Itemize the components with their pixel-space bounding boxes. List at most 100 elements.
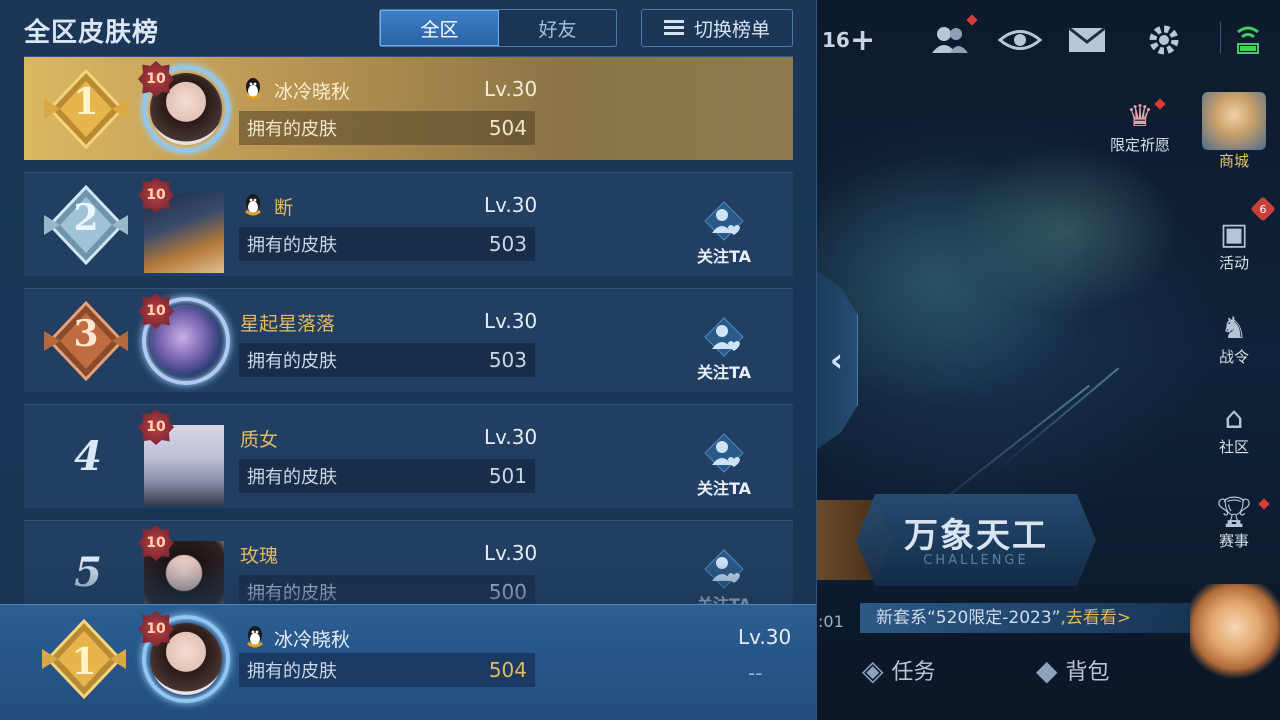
- my-skin-count-bar: 拥有的皮肤 504: [239, 653, 535, 687]
- task-label: 任务: [891, 660, 936, 685]
- sidebar-item-wish[interactable]: ♛ 限定祈愿: [1100, 100, 1180, 155]
- frame-level-badge: 10: [138, 525, 174, 561]
- avatar[interactable]: 10: [138, 177, 230, 273]
- sidebar-item-activity[interactable]: ▣ 活动: [1202, 218, 1266, 273]
- my-player-level: Lv.30: [738, 625, 792, 649]
- table-row[interactable]: 1 10 冰冷晓秋 Lv.30 拥有的皮肤 504: [24, 56, 793, 160]
- follow-label: 关注TA: [697, 595, 751, 604]
- switch-leaderboard-label: 切换榜单: [693, 18, 770, 41]
- shop-hero-icon: [1202, 92, 1266, 150]
- activity-icon: ▣: [1219, 217, 1249, 252]
- avatar[interactable]: 10: [138, 525, 230, 604]
- skin-count: 500: [488, 580, 527, 604]
- challenge-subtitle: CHALLENGE: [923, 553, 1029, 568]
- frame-level-badge: 10: [138, 293, 174, 329]
- follow-label: 关注TA: [696, 363, 752, 382]
- sidebar-item-shop[interactable]: 商城: [1192, 92, 1276, 171]
- scope-segmented-control: 全区 好友: [379, 9, 617, 47]
- player-level: Lv.30: [484, 77, 538, 101]
- my-rank-number: 1: [71, 641, 97, 683]
- follow-button[interactable]: 关注TA: [688, 317, 760, 383]
- skin-label: 拥有的皮肤: [247, 467, 337, 488]
- player-name: 质女: [240, 429, 279, 451]
- table-row[interactable]: 4 10 质女 Lv.30 拥有的皮肤 501 关注TA: [24, 404, 793, 508]
- skin-count-bar: 拥有的皮肤 503: [239, 343, 535, 377]
- avatar[interactable]: 10: [138, 61, 230, 153]
- skin-label: 拥有的皮肤: [247, 351, 337, 372]
- community-icon: ⌂: [1224, 401, 1244, 436]
- follow-heart-icon: [704, 201, 744, 241]
- player-name: 冰冷晓秋: [274, 81, 351, 103]
- sidebar-item-esports[interactable]: 🏆︎ 赛事: [1202, 496, 1266, 551]
- challenge-title: 万象天工: [904, 516, 1048, 556]
- sidebar-item-label: 商城: [1218, 152, 1249, 170]
- switch-leaderboard-button[interactable]: 切换榜单: [641, 9, 793, 47]
- mail-icon[interactable]: [1068, 22, 1106, 58]
- table-row[interactable]: 5 10 玫瑰 Lv.30 拥有的皮肤 500 关注TA: [24, 520, 793, 604]
- skin-count: 504: [488, 116, 527, 140]
- table-row[interactable]: 3 10 星起星落落 Lv.30 拥有的皮肤 503 关注TA: [24, 288, 793, 392]
- skin-count-bar: 拥有的皮肤 500: [239, 575, 535, 604]
- player-name: 星起星落落: [240, 313, 336, 335]
- follow-button[interactable]: 关注TA: [688, 201, 760, 267]
- my-player-name: 冰冷晓秋: [274, 629, 351, 651]
- skin-count: 503: [488, 232, 527, 256]
- page-title: 全区皮肤榜: [24, 18, 160, 48]
- rank-number: 2: [73, 197, 99, 239]
- follow-button[interactable]: 关注TA: [688, 549, 760, 604]
- frame-level-badge: 10: [138, 177, 174, 213]
- player-level: Lv.30: [484, 309, 538, 333]
- follow-heart-icon: [704, 317, 744, 357]
- sidebar-item-label: 限定祈愿: [1109, 136, 1170, 154]
- leaderboard-panel: 全区皮肤榜 全区 好友 切换榜单 1 10 冰冷晓秋 Lv.30 拥有的皮肤 5…: [0, 0, 817, 720]
- skin-count: 503: [488, 348, 527, 372]
- player-level: Lv.30: [484, 193, 538, 217]
- frame-level-badge: 10: [138, 61, 174, 97]
- task-button[interactable]: ◈ 任务: [862, 650, 936, 690]
- backpack-button[interactable]: ◆ 背包: [1036, 650, 1110, 690]
- avatar[interactable]: 10: [138, 409, 230, 505]
- gear-icon[interactable]: [1146, 22, 1182, 58]
- add-friend-button[interactable]: +: [850, 22, 875, 58]
- follow-button[interactable]: 关注TA: [688, 433, 760, 499]
- player-name: 玫瑰: [240, 545, 279, 567]
- notice-text: 新套系“520限定-2023”: [876, 608, 1061, 628]
- news-notice[interactable]: 新套系“520限定-2023”,去看看>: [860, 603, 1190, 633]
- follow-heart-icon: [704, 433, 744, 473]
- sidebar-item-label: 赛事: [1218, 532, 1249, 550]
- frame-level-badge: 10: [138, 409, 174, 445]
- sidebar-item-battlepass[interactable]: ♞ 战令: [1202, 312, 1266, 367]
- wifi-battery-icon: [1236, 22, 1260, 58]
- table-row[interactable]: 2 10 断 Lv.30 拥有的皮肤 503 关注TA: [24, 172, 793, 276]
- my-extra-value: --: [748, 661, 763, 685]
- friends-icon[interactable]: [930, 22, 970, 58]
- assistant-character-icon[interactable]: [1190, 584, 1280, 680]
- qq-penguin-icon: [245, 78, 261, 100]
- rank-number: 4: [74, 433, 102, 480]
- tab-friends[interactable]: 好友: [499, 10, 616, 46]
- avatar[interactable]: 10: [138, 293, 230, 385]
- sidebar-item-community[interactable]: ⌂ 社区: [1202, 402, 1266, 457]
- skin-label: 拥有的皮肤: [247, 583, 337, 604]
- player-name: 断: [274, 197, 294, 219]
- countdown-timer: :01: [818, 612, 844, 631]
- follow-heart-icon: [704, 549, 744, 589]
- follow-label: 关注TA: [696, 479, 752, 498]
- skin-count-bar: 拥有的皮肤 503: [239, 227, 535, 261]
- frame-level-badge: 10: [138, 611, 174, 647]
- notice-link[interactable]: ,去看看>: [1060, 608, 1131, 628]
- my-avatar[interactable]: 10: [138, 611, 230, 703]
- leaderboard-list[interactable]: 1 10 冰冷晓秋 Lv.30 拥有的皮肤 504 2 10 断 Lv.30 拥…: [24, 56, 793, 604]
- challenge-banner[interactable]: 万象天工 CHALLENGE: [856, 494, 1096, 586]
- skin-label: 拥有的皮肤: [247, 235, 337, 256]
- lobby-top-bar: 16 +: [816, 14, 1280, 62]
- light-streak: [995, 367, 1120, 472]
- tab-all-region[interactable]: 全区: [380, 10, 499, 46]
- qq-penguin-icon: [245, 194, 261, 216]
- follow-label: 关注TA: [696, 247, 752, 266]
- friend-count: 16: [822, 28, 850, 52]
- spectate-eye-icon[interactable]: [998, 22, 1042, 58]
- skin-count-bar: 拥有的皮肤 501: [239, 459, 535, 493]
- list-icon: [663, 20, 684, 36]
- collapse-panel-button[interactable]: ‹: [816, 270, 858, 450]
